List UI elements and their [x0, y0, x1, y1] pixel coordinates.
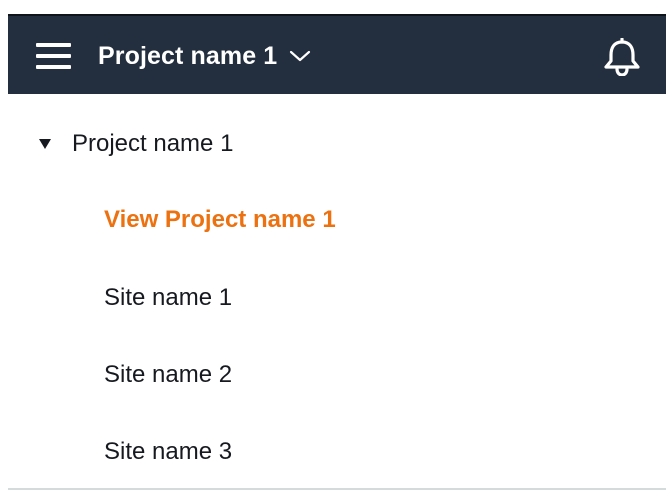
top-edge — [0, 0, 666, 14]
nav-link-site-2[interactable]: Site name 2 — [104, 361, 232, 389]
hamburger-menu-icon[interactable] — [36, 43, 71, 71]
top-navigation-bar: Project name 1 — [8, 14, 666, 94]
nav-link-site-3[interactable]: Site name 3 — [104, 438, 232, 466]
caret-down-icon — [39, 139, 51, 149]
bottom-divider — [8, 488, 666, 490]
chevron-down-icon — [290, 50, 311, 62]
project-group-label: Project name 1 — [72, 130, 234, 157]
bell-icon[interactable] — [601, 38, 643, 76]
app-screen: Project name 1 Project name 1 View Proje… — [0, 0, 666, 492]
nav-link-site-1[interactable]: Site name 1 — [104, 284, 232, 312]
project-title: Project name 1 — [98, 41, 278, 70]
project-tree-toggle[interactable]: Project name 1 — [38, 130, 233, 158]
project-switcher-button[interactable]: Project name 1 — [98, 38, 311, 74]
nav-link-view-project[interactable]: View Project name 1 — [104, 206, 336, 234]
